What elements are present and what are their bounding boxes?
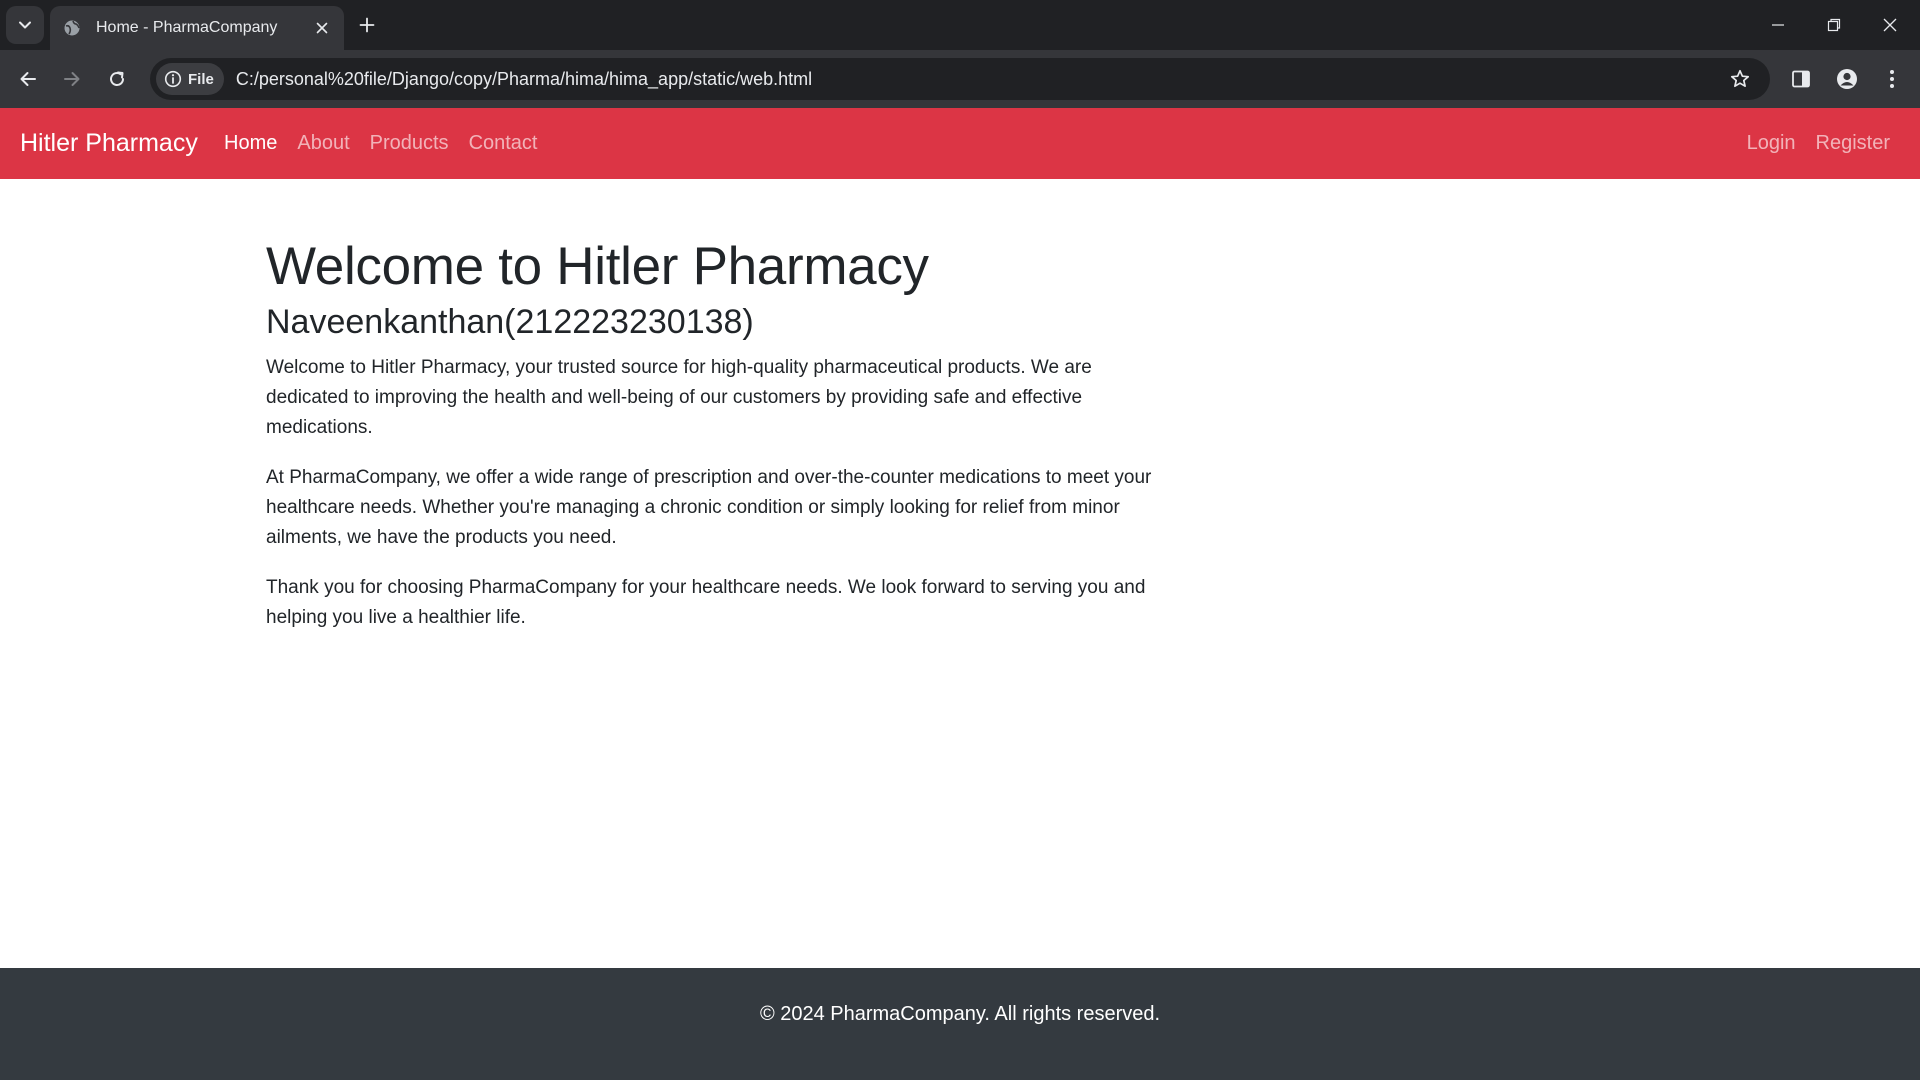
nav-link-about[interactable]: About [297,132,349,155]
browser-toolbar: File C:/personal%20file/Django/copy/Phar… [0,50,1920,108]
side-panel-icon [1792,70,1810,88]
nav-link-login[interactable]: Login [1747,132,1796,155]
navbar-brand[interactable]: Hitler Pharmacy [20,108,198,179]
star-icon [1730,69,1750,88]
minimize-icon [1772,24,1784,26]
footer-copyright: © 2024 PharmaCompany. All rights reserve… [759,1002,1161,1025]
offer-paragraph: At PharmaCompany, we offer a wide range … [266,467,1152,549]
arrow-right-icon [64,72,80,86]
profile-button[interactable] [1829,61,1865,97]
site-footer: © 2024 PharmaCompany. All rights reserve… [0,968,1920,1080]
restore-button[interactable] [1806,0,1862,50]
site-info-chip[interactable]: File [156,63,224,95]
nav-link-contact[interactable]: Contact [469,132,538,155]
tab-title: Home - PharmaCompany [96,19,278,36]
site-navbar: Hitler Pharmacy Home About Products Cont… [0,108,1920,179]
reload-icon [110,71,124,86]
thanks-paragraph: Thank you for choosing PharmaCompany for… [266,577,1146,629]
reload-button[interactable] [99,61,135,97]
arrow-left-icon [20,72,36,86]
back-button[interactable] [10,61,46,97]
close-window-button[interactable] [1862,0,1918,50]
url-text[interactable]: C:/personal%20file/Django/copy/Pharma/hi… [236,69,1722,90]
intro-paragraph: Welcome to Hitler Pharmacy, your trusted… [266,357,1092,439]
page-subtitle: Naveenkanthan(212223230138) [266,302,754,341]
nav-link-products[interactable]: Products [370,132,449,155]
main-content: Welcome to Hitler Pharmacy Naveenkanthan… [266,235,1176,653]
kebab-menu-icon [1890,70,1894,88]
browser-tab-active[interactable]: Home - PharmaCompany [50,6,344,50]
side-panel-button[interactable] [1783,61,1819,97]
new-tab-button[interactable] [350,8,384,42]
profile-icon [1837,69,1857,89]
plus-icon [359,17,375,33]
forward-button[interactable] [54,61,90,97]
close-icon [1883,18,1897,32]
nav-links: Home About Products Contact [224,108,538,179]
chevron-down-icon [19,21,31,29]
page-title: Welcome to Hitler Pharmacy [266,237,929,296]
address-bar[interactable]: File C:/personal%20file/Django/copy/Phar… [150,58,1770,100]
site-chip-label: File [188,70,214,88]
browser-menu-button[interactable] [1874,61,1910,97]
tab-search-button[interactable] [6,6,44,44]
restore-icon [1827,18,1841,32]
browser-tab-strip: Home - PharmaCompany [0,0,1920,50]
tab-close-icon[interactable] [308,14,336,42]
nav-link-home[interactable]: Home [224,132,277,155]
globe-icon [62,18,82,38]
nav-link-register[interactable]: Register [1816,132,1890,155]
bookmark-button[interactable] [1722,61,1758,97]
info-icon [164,70,182,88]
nav-auth-links: Login Register [1747,108,1890,179]
minimize-button[interactable] [1750,0,1806,50]
